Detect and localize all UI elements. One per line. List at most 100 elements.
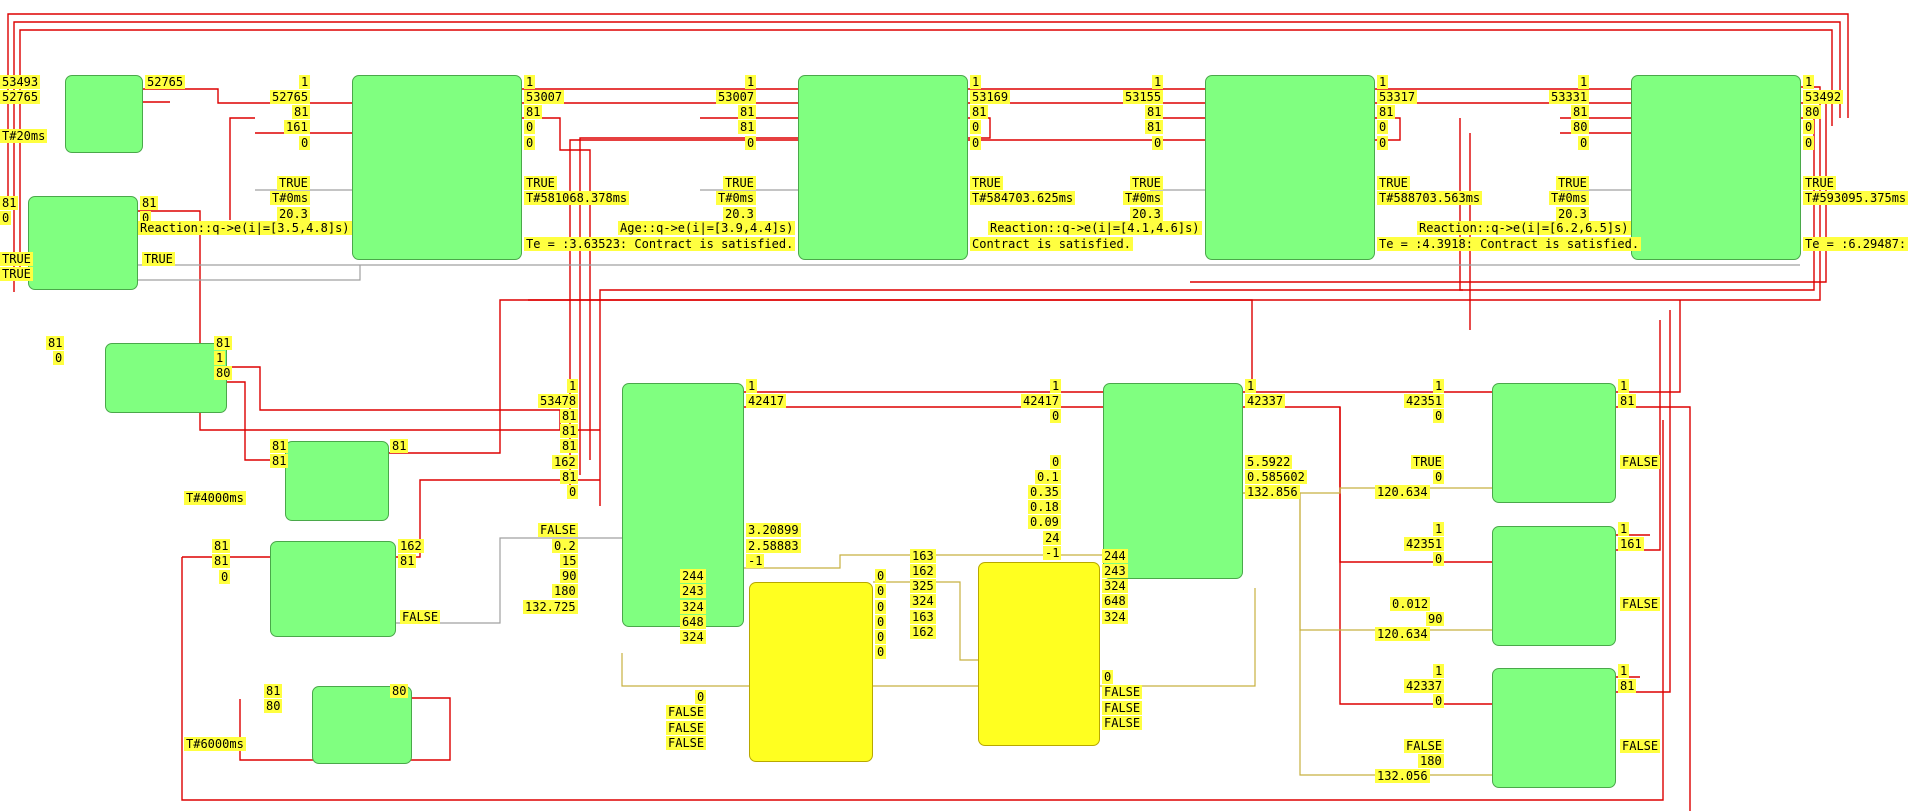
fb-robot_if2[interactable] [978,562,1100,746]
value-label: 81 [560,439,579,453]
value-label: 90 [1426,612,1445,626]
value-label: 1 [567,379,579,393]
value-label: 81 [0,196,19,210]
value-label: FALSE [1102,685,1143,699]
value-label: FALSE [1102,701,1143,715]
value-label: 81 [524,105,543,119]
value-label: 20.3 [1556,207,1589,221]
value-label: Te = :6.29487: [1803,237,1909,251]
value-label: T#0ms [716,191,757,205]
value-label: 325 [910,579,936,593]
value-label: TRUE [723,176,756,190]
value-label: 80 [264,699,283,713]
value-label: 52765 [270,90,311,104]
value-label: 1 [1245,379,1257,393]
value-label: T#581068.378ms [524,191,630,205]
value-label: 243 [1102,564,1128,578]
value-label: 81 [1377,105,1396,119]
value-label: FALSE [1620,455,1661,469]
value-label: 81 [390,439,409,453]
value-label: 42417 [1021,394,1062,408]
value-label: 132.856 [1245,485,1300,499]
fb-ls3[interactable] [1492,668,1616,788]
value-label: 52765 [0,90,41,104]
value-label: 180 [552,584,578,598]
value-label: 81 [46,336,65,350]
value-label: 0 [875,584,887,598]
value-label: 42337 [1404,679,1445,693]
value-label: 1 [1618,522,1630,536]
value-label: Contract is satisfied. [970,237,1133,251]
fb-sftols3[interactable] [1205,75,1375,260]
value-label: 0 [0,211,12,225]
value-label: 0 [1433,409,1445,423]
fb-ls1[interactable] [1492,383,1616,503]
value-label: 1 [1377,75,1389,89]
value-label: 0 [1050,455,1062,469]
value-label: 1 [745,75,757,89]
value-label: 244 [680,569,706,583]
value-label: 53492 [1803,90,1844,104]
value-label: 324 [1102,579,1128,593]
value-label: -1 [746,554,765,568]
value-label: 20.3 [723,207,756,221]
value-label: 81 [970,105,989,119]
value-label: 120.634 [1375,485,1430,499]
fb-robot_if1[interactable] [749,582,873,762]
value-label: 81 [560,409,579,423]
fb-exec_press[interactable] [285,441,389,521]
value-label: 180 [1418,754,1444,768]
value-label: TRUE [970,176,1003,190]
value-label: FALSE [400,610,441,624]
value-label: 1 [1050,379,1062,393]
value-label: TRUE [1130,176,1163,190]
value-label: 243 [680,584,706,598]
value-label: T#593095.375ms [1803,191,1909,205]
value-label: 81 [212,539,231,553]
value-label: 0 [1102,670,1114,684]
value-label: 53493 [0,75,41,89]
value-label: -1 [1043,546,1062,560]
value-label: Te = :4.3918: Contract is satisfied. [1377,237,1642,251]
value-label: 81 [398,554,417,568]
value-label: 162 [398,539,424,553]
fb-timer_cycle[interactable] [65,75,143,153]
value-label: 0.35 [1028,485,1061,499]
value-label: 163 [910,549,936,563]
value-label: FALSE [1102,716,1143,730]
value-label: 0 [53,351,65,365]
value-label: 0 [875,645,887,659]
value-label: 0 [524,120,536,134]
value-label: 120.634 [1375,627,1430,641]
fb-appearance[interactable] [270,541,396,637]
value-label: 648 [1102,594,1128,608]
value-label: 52765 [145,75,186,89]
value-label: 324 [910,594,936,608]
value-label: T#0ms [1123,191,1164,205]
fb-ls3tols1[interactable] [1631,75,1801,260]
fb-ls1tols2[interactable] [352,75,522,260]
value-label: 1 [746,379,758,393]
value-label: 1 [524,75,536,89]
value-label: 0 [1433,552,1445,566]
value-label: 0 [1803,136,1815,150]
value-label: 0.585602 [1245,470,1307,484]
value-label: TRUE [0,267,33,281]
value-label: 1 [1618,379,1630,393]
fb-ls2[interactable] [1492,526,1616,646]
value-label: FALSE [1620,739,1661,753]
value-label: 42351 [1404,537,1445,551]
fb-enable_check[interactable] [28,196,138,290]
value-label: 53331 [1549,90,1590,104]
fb-ls2tosf[interactable] [798,75,968,260]
value-label: 81 [560,470,579,484]
value-label: 1 [1803,75,1815,89]
fb-split_first[interactable] [105,343,227,413]
value-label: 42351 [1404,394,1445,408]
value-label: 1 [1433,522,1445,536]
value-label: 163 [910,610,936,624]
value-label: 53317 [1377,90,1418,104]
value-label: 1 [299,75,311,89]
value-label: 1 [1618,664,1630,678]
value-label: 0 [875,630,887,644]
